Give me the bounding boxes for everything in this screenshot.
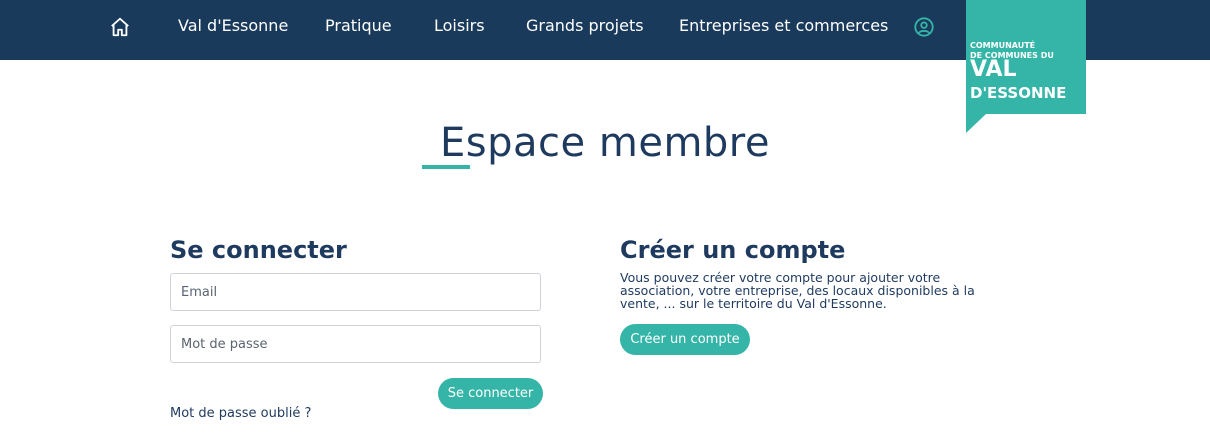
nav-item-pratique[interactable]: Pratique bbox=[325, 0, 392, 52]
site-logo[interactable]: COMMUNAUTÉ DE COMMUNES DU VAL D'ESSONNE bbox=[966, 0, 1086, 133]
email-input[interactable] bbox=[171, 274, 540, 310]
logo-line-4: D'ESSONNE bbox=[970, 84, 1067, 102]
password-field[interactable] bbox=[170, 325, 541, 363]
nav-item-entreprises[interactable]: Entreprises et commerces bbox=[679, 0, 888, 52]
home-icon[interactable] bbox=[109, 16, 131, 38]
login-title: Se connecter bbox=[170, 236, 347, 264]
create-account-button[interactable]: Créer un compte bbox=[620, 324, 750, 355]
password-input[interactable] bbox=[171, 326, 540, 362]
title-underline bbox=[422, 165, 470, 169]
nav-item-grands-projets[interactable]: Grands projets bbox=[526, 0, 644, 52]
user-circle-icon[interactable] bbox=[913, 16, 935, 38]
logo-line-1: COMMUNAUTÉ bbox=[970, 41, 1036, 50]
nav-item-val-d-essonne[interactable]: Val d'Essonne bbox=[178, 0, 288, 52]
forgot-password-link[interactable]: Mot de passe oublié ? bbox=[170, 406, 311, 421]
logo-line-3: VAL bbox=[970, 57, 1017, 82]
login-button[interactable]: Se connecter bbox=[438, 378, 543, 409]
signup-title: Créer un compte bbox=[620, 236, 846, 264]
page-title: Espace membre bbox=[440, 120, 770, 166]
nav-item-loisirs[interactable]: Loisirs bbox=[434, 0, 485, 52]
email-field[interactable] bbox=[170, 273, 541, 311]
signup-description: Vous pouvez créer votre compte pour ajou… bbox=[620, 270, 975, 311]
